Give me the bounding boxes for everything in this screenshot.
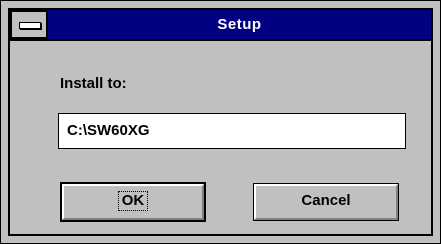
system-menu-icon <box>19 22 41 29</box>
window-title: Setup <box>48 10 431 39</box>
install-path-field[interactable]: C:\SW60XG <box>58 113 406 149</box>
cancel-button[interactable]: Cancel <box>253 183 399 221</box>
ok-button[interactable]: OK <box>60 182 206 222</box>
system-menu-button[interactable] <box>12 12 48 37</box>
ok-button-label: OK <box>117 191 149 211</box>
dialog-body: Install to: C:\SW60XG OK Cancel <box>10 41 431 234</box>
title-bar[interactable]: Setup <box>10 10 431 41</box>
setup-dialog: Setup Install to: C:\SW60XG OK Cancel <box>0 0 441 244</box>
install-to-label: Install to: <box>60 75 127 92</box>
dialog-frame: Setup Install to: C:\SW60XG OK Cancel <box>8 8 433 236</box>
